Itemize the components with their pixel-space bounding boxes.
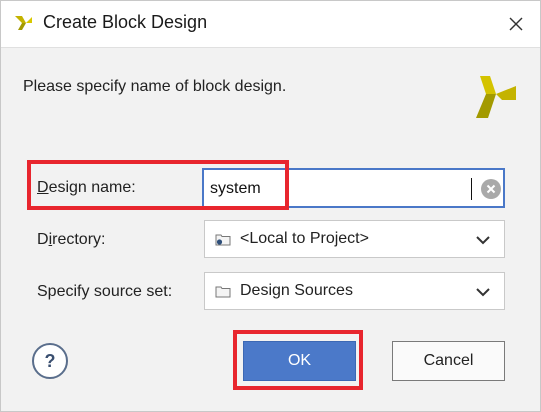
close-button[interactable] [499, 7, 533, 41]
directory-label: Directory: [37, 231, 106, 248]
clear-x-icon [486, 184, 496, 194]
clear-icon[interactable] [481, 179, 501, 199]
window-title: Create Block Design [43, 12, 208, 32]
folder-icon [215, 286, 231, 298]
design-name-label: Design name: [37, 179, 136, 196]
source-set-label: Specify source set: [37, 283, 173, 300]
instruction-text: Please specify name of block design. [23, 78, 287, 95]
dialog-content: Please specify name of block design. Des… [1, 47, 540, 411]
directory-select[interactable]: <Local to Project> [204, 220, 505, 258]
cancel-button[interactable]: Cancel [392, 341, 505, 381]
chevron-down-icon [476, 236, 490, 245]
chevron-down-icon [476, 288, 490, 297]
source-set-select[interactable]: Design Sources [204, 272, 505, 310]
help-button[interactable]: ? [32, 343, 68, 379]
ok-button[interactable]: OK [243, 341, 356, 381]
close-icon [509, 17, 523, 31]
directory-value: <Local to Project> [240, 230, 369, 247]
text-caret [471, 178, 472, 200]
design-name-input[interactable] [210, 177, 470, 201]
vivado-logo-icon [476, 76, 516, 118]
design-name-field[interactable] [202, 168, 505, 208]
folder-icon [215, 234, 231, 246]
source-set-value: Design Sources [240, 282, 353, 299]
create-block-design-dialog: Create Block Design Please specify name … [0, 0, 541, 412]
vivado-logo-icon [15, 16, 32, 30]
title-bar: Create Block Design [1, 1, 540, 46]
